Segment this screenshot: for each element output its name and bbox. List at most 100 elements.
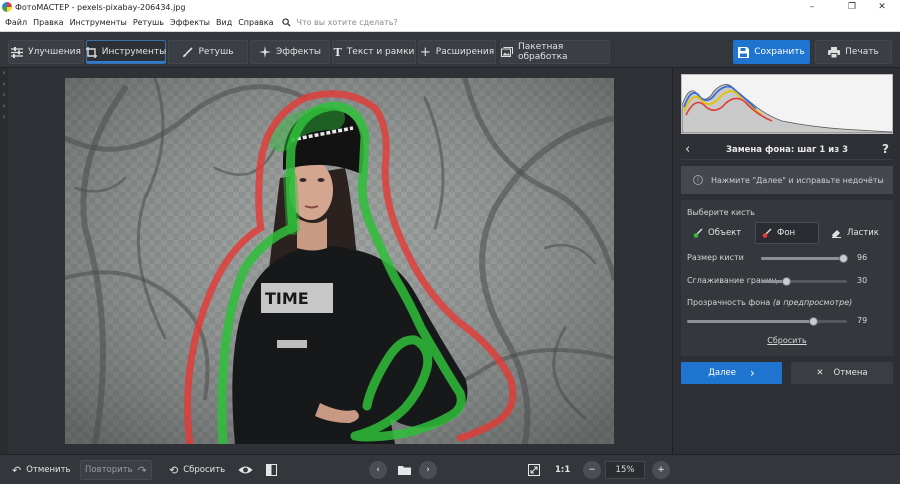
- slider-thumb[interactable]: [839, 254, 849, 263]
- close-icon[interactable]: ✕: [867, 0, 897, 14]
- minus-icon: −: [588, 465, 596, 475]
- menu-retouch[interactable]: Ретушь: [130, 18, 167, 27]
- search-icon: [282, 18, 292, 27]
- tab-effects[interactable]: Эффекты: [250, 40, 330, 64]
- redo-button[interactable]: Повторить ↷: [80, 460, 152, 480]
- compare-button[interactable]: [262, 460, 281, 480]
- brush-background-button[interactable]: Фон: [755, 222, 819, 244]
- redo-icon: ↷: [137, 463, 147, 477]
- chevron-right-icon: ›: [2, 91, 6, 99]
- brush-icon: [183, 46, 194, 57]
- brush-section-label: Выберите кисть: [687, 208, 755, 217]
- brush-object-button[interactable]: Объект: [687, 222, 747, 244]
- next-photo-button[interactable]: ›: [419, 461, 437, 479]
- printer-icon: [828, 46, 841, 58]
- zoom-out-button[interactable]: −: [583, 461, 601, 479]
- brush-background-label: Фон: [777, 228, 796, 238]
- batch-processing-label: Пакетная обработка: [518, 42, 568, 62]
- window-title: ФотоМАСТЕР - pexels-pixabay-206434.jpg: [15, 2, 186, 12]
- next-button[interactable]: Далее ›: [681, 362, 782, 384]
- tab-retouch-label: Ретушь: [198, 47, 234, 57]
- undo-label: Отменить: [26, 465, 71, 475]
- chevron-right-icon: ›: [426, 465, 430, 475]
- compare-icon: [266, 464, 277, 476]
- cancel-button[interactable]: ✕ Отмена: [791, 362, 893, 384]
- plus-icon: +: [419, 44, 431, 60]
- save-button[interactable]: Сохранить: [733, 40, 810, 64]
- step-header: ‹ Замена фона: шаг 1 из 3 ?: [681, 140, 893, 160]
- brush-size-value: 96: [857, 253, 868, 262]
- eye-icon: [238, 466, 253, 474]
- sparkle-icon: [259, 46, 271, 58]
- info-icon: i: [693, 175, 703, 185]
- brush-background-icon: [762, 228, 772, 238]
- reset-brush-link[interactable]: Сбросить: [681, 336, 893, 345]
- slider-thumb[interactable]: [782, 277, 792, 286]
- left-collapse-strip[interactable]: › › › › ›: [0, 68, 8, 454]
- print-button[interactable]: Печать: [815, 40, 892, 64]
- redo-label: Повторить: [85, 465, 133, 475]
- menu-edit[interactable]: Правка: [30, 18, 66, 27]
- image-stack-icon: [501, 47, 513, 57]
- smoothing-slider[interactable]: [761, 277, 847, 286]
- search-box[interactable]: Что вы хотите сделать?: [282, 18, 398, 27]
- tab-text-frames[interactable]: T Текст и рамки: [332, 40, 416, 64]
- undo-button[interactable]: ↶ Отменить: [8, 460, 75, 480]
- sliders-icon: [11, 46, 24, 58]
- minimize-icon[interactable]: –: [797, 0, 827, 14]
- toolbar: Улучшения Инструменты Ретушь Эффекты T Т…: [0, 32, 900, 68]
- chevron-left-icon: ‹: [376, 465, 380, 475]
- tab-retouch[interactable]: Ретушь: [168, 40, 248, 64]
- floppy-icon: [738, 46, 750, 58]
- crop-icon: [85, 46, 97, 58]
- hint-text: Нажмите "Далее" и исправьте недочёты: [711, 175, 884, 185]
- chevron-left-icon[interactable]: ‹: [685, 142, 690, 157]
- fit-screen-button[interactable]: [524, 460, 544, 480]
- menu-help[interactable]: Справка: [235, 18, 276, 27]
- zoom-level-field[interactable]: 15%: [605, 461, 645, 479]
- zoom-1to1-button[interactable]: 1:1: [551, 460, 574, 480]
- slider-thumb[interactable]: [808, 317, 818, 326]
- menu-view[interactable]: Вид: [213, 18, 235, 27]
- close-icon: ✕: [816, 368, 824, 378]
- restore-icon[interactable]: ❐: [837, 0, 867, 14]
- hint-box: i Нажмите "Далее" и исправьте недочёты: [681, 166, 893, 194]
- help-icon[interactable]: ?: [882, 142, 889, 156]
- photo-canvas[interactable]: TIME: [65, 78, 614, 444]
- menu-tools[interactable]: Инструменты: [67, 18, 130, 27]
- bg-opacity-value: 79: [857, 316, 868, 325]
- fit-screen-icon: [528, 464, 540, 476]
- eraser-icon: [832, 230, 841, 238]
- next-label: Далее: [708, 368, 736, 378]
- tab-tools[interactable]: Инструменты: [85, 40, 167, 64]
- brush-size-slider[interactable]: [761, 254, 849, 263]
- batch-processing-button[interactable]: Пакетная обработка: [500, 40, 610, 64]
- tab-enhance[interactable]: Улучшения: [8, 40, 84, 64]
- chevron-right-icon: ›: [2, 69, 6, 77]
- slider-fill: [761, 257, 844, 260]
- step-title: Замена фона: шаг 1 из 3: [725, 144, 849, 155]
- brush-eraser-label: Ластик: [847, 228, 879, 238]
- menu-effects[interactable]: Эффекты: [167, 18, 213, 27]
- bg-opacity-slider[interactable]: [687, 317, 847, 326]
- menu-file[interactable]: Файл: [0, 18, 30, 27]
- zoom-in-button[interactable]: +: [652, 461, 670, 479]
- tab-tools-label: Инструменты: [101, 47, 167, 57]
- slider-fill: [687, 320, 814, 323]
- chevron-right-icon: ›: [749, 366, 755, 380]
- reset-button[interactable]: ⟲ Сбросить: [165, 460, 229, 480]
- save-label: Сохранить: [754, 47, 805, 57]
- svg-text:TIME: TIME: [265, 289, 309, 308]
- tab-extensions[interactable]: + Расширения: [418, 40, 496, 64]
- brush-size-label: Размер кисти: [687, 253, 744, 262]
- menu-bar: Файл Правка Инструменты Ретушь Эффекты В…: [0, 14, 900, 32]
- text-icon: T: [333, 45, 342, 59]
- plus-icon: +: [657, 465, 665, 475]
- brush-eraser-button[interactable]: Ластик: [825, 222, 885, 244]
- open-folder-button[interactable]: [394, 460, 415, 480]
- brush-object-icon: [693, 228, 703, 238]
- prev-photo-button[interactable]: ‹: [369, 461, 387, 479]
- preview-toggle-button[interactable]: [234, 460, 257, 480]
- histogram: [681, 74, 893, 134]
- cancel-label: Отмена: [833, 368, 868, 378]
